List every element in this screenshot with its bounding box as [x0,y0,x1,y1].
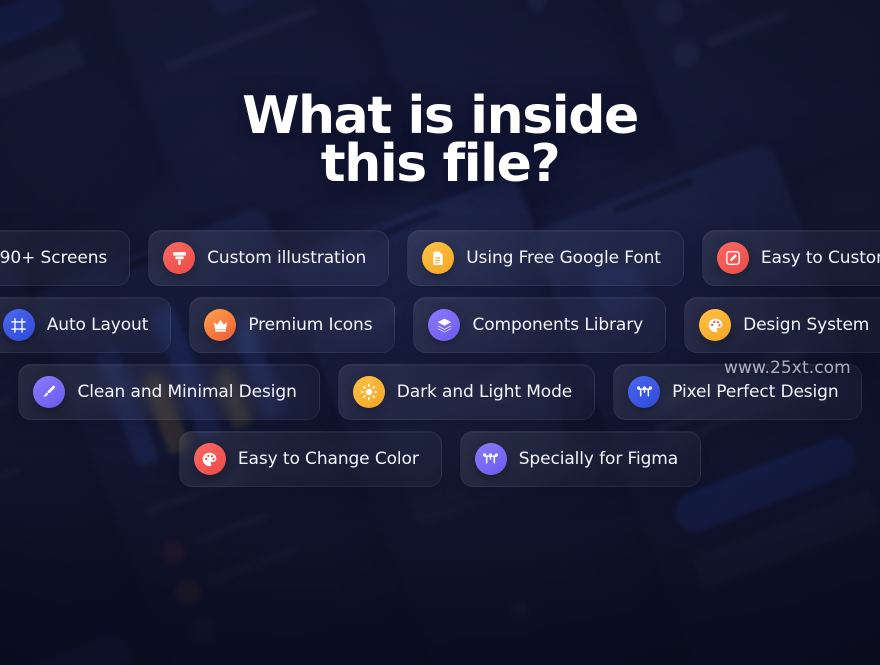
feature-chip[interactable]: Design System [684,297,880,353]
watermark: www.25xt.com [724,358,851,378]
feature-chip[interactable]: Components Library [413,297,667,353]
feature-chip[interactable]: Easy to Change Color [178,431,442,487]
feature-chip-label: Components Library [472,315,644,335]
nodes-icon [474,443,507,475]
nodes-icon [628,376,661,408]
layers-icon [428,309,461,341]
feature-chip-row: Auto Layout Premium Icons Components Libra… [0,297,880,353]
feature-chip[interactable]: Easy to Customize [701,230,880,286]
feature-chip-label: Custom illustration [207,248,367,268]
feature-chip-label: Easy to Customize [760,248,880,268]
feature-chip[interactable]: Auto Layout [0,297,172,353]
feature-chip-label: Clean and Minimal Design [77,382,297,402]
feature-chip[interactable]: Specially for Figma [459,431,702,487]
frame-icon [2,309,35,341]
feature-chip-row: 90+ Screens Custom illustration Using Free… [0,230,880,286]
palette-icon [193,443,226,475]
feature-chip[interactable]: Dark and Light Mode [337,364,596,420]
palette-icon [699,309,732,341]
feature-chip[interactable]: Premium Icons [189,297,396,353]
feature-chip-label: Design System [743,315,870,335]
paintbrush-icon [163,242,196,274]
pen-tool-icon [33,376,66,408]
page-title: What is inside this file? [242,90,639,194]
feature-chip-label: Dark and Light Mode [396,382,573,402]
feature-chip-label: Using Free Google Font [466,248,661,268]
feature-chip[interactable]: 90+ Screens [0,230,131,286]
feature-chip-label: Easy to Change Color [237,449,419,469]
document-icon [422,242,455,274]
crown-icon [204,309,237,341]
feature-chip-label: Premium Icons [248,315,373,335]
feature-chip-label: 90+ Screens [0,248,108,268]
page-title-line-2: this file? [320,134,561,194]
promo-slide: What is inside this file? 90+ Screens Cus… [0,0,880,665]
feature-chip[interactable]: Using Free Google Font [407,230,684,286]
feature-chip-row: Easy to Change Color Specially for Figma [178,431,702,487]
feature-chip[interactable]: Clean and Minimal Design [18,364,320,420]
feature-chip-label: Specially for Figma [518,449,679,469]
feature-chip[interactable]: Custom illustration [148,230,390,286]
edit-icon [716,242,749,274]
feature-chip-label: Pixel Perfect Design [672,382,839,402]
feature-chip-label: Auto Layout [46,315,149,335]
sun-icon [352,376,385,408]
